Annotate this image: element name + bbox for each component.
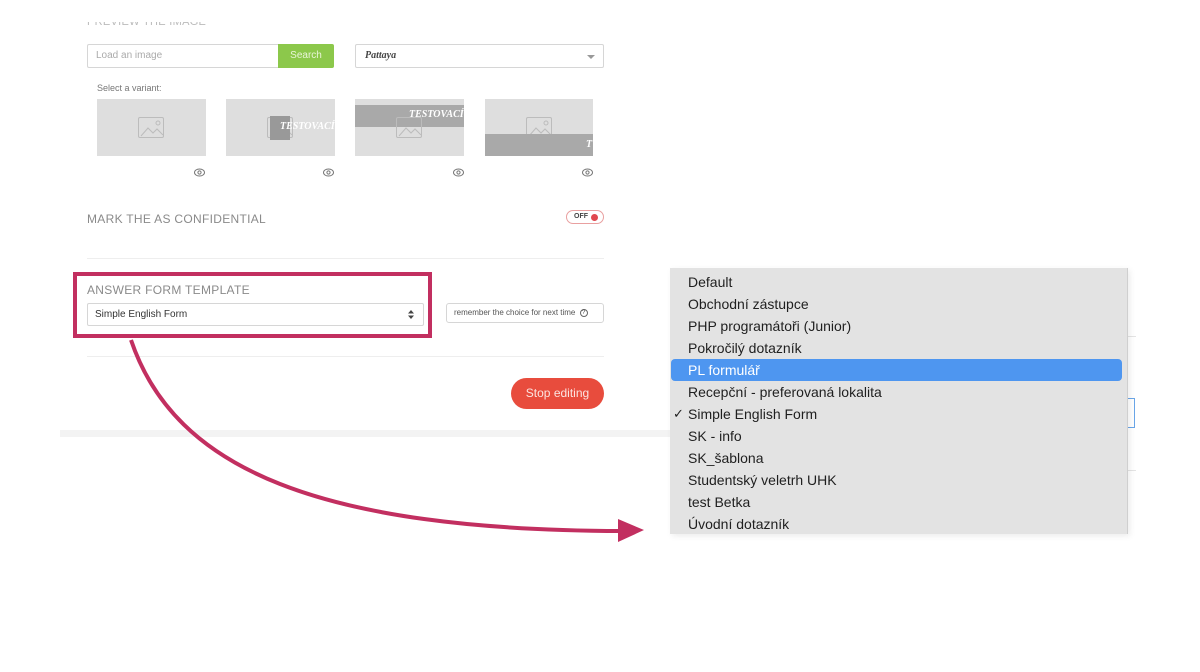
dropdown-option[interactable]: PHP programátoři (Junior) [670,315,1122,337]
toggle-state: OFF [574,213,588,220]
font-select-value: Pattaya [365,50,397,61]
variant-thumbnail[interactable]: TESTOVACÍ P [226,99,335,156]
eye-icon[interactable] [194,168,205,177]
dropdown-option-label: PHP programátoři (Junior) [688,318,852,334]
dropdown-option[interactable]: test Betka [670,491,1122,513]
template-dropdown-menu: Default Obchodní zástupce PHP programátoři… [670,268,1128,534]
overlay-band [485,134,593,156]
chevron-down-icon [587,55,595,59]
dropdown-option[interactable]: SK - info [670,425,1122,447]
overlay-text: TESTOVACÍ P [280,121,335,132]
toggle-knob [591,214,598,221]
overlay-text: T [586,139,593,150]
dropdown-option[interactable]: Pokročilý dotazník [670,337,1122,359]
underlying-select-focus-edge [1128,398,1135,428]
remember-choice-label: remember the choice for next time [454,308,576,317]
confidential-toggle[interactable]: OFF [566,210,604,224]
dropdown-option-label: Obchodní zástupce [688,296,809,312]
dropdown-option-label: Default [688,274,733,290]
divider [87,258,604,259]
help-icon[interactable]: ? [579,308,588,317]
answer-form-label: ANSWER FORM TEMPLATE [87,283,250,297]
arrowhead-icon [618,519,644,542]
image-search-input[interactable]: Load an image [87,44,279,68]
dropdown-option[interactable]: SK_šablona [670,447,1122,469]
dropdown-option[interactable]: Obchodní zástupce [670,293,1122,315]
dropdown-option[interactable]: Studentský veletrh UHK [670,469,1122,491]
dropdown-option-label: SK_šablona [688,450,764,466]
dropdown-option[interactable]: Default [670,271,1122,293]
underlying-divider [1128,336,1136,337]
dropdown-option-label: Úvodní dotazník [688,516,790,532]
dropdown-option-label: Pokročilý dotazník [688,340,802,356]
confidential-label: MARK THE AS CONFIDENTIAL [87,212,267,226]
dropdown-option[interactable]: PL formulář [671,359,1122,381]
stop-editing-button[interactable]: Stop editing [511,378,604,409]
dropdown-option[interactable]: Úvodní dotazník [670,513,1122,535]
updown-arrows-icon [408,310,414,319]
eye-icon[interactable] [453,168,464,177]
eye-icon[interactable] [582,168,593,177]
dropdown-option-label: SK - info [688,428,742,444]
font-select[interactable]: Pattaya [355,44,604,68]
dropdown-option-label: test Betka [688,494,751,510]
dropdown-option[interactable]: Recepční - preferovaná lokalita [670,381,1122,403]
variant-thumbnail[interactable]: T [485,99,593,156]
dropdown-option-label: Studentský veletrh UHK [688,472,837,488]
image-search-button[interactable]: Search [278,44,334,68]
variant-label: Select a variant: [97,83,162,93]
dropdown-option[interactable]: ✓ Simple English Form [670,403,1122,425]
remember-choice-button[interactable]: remember the choice for next time ? [446,303,604,323]
preview-heading: PREVIEW THE IMAGE [87,22,206,34]
answer-template-select[interactable]: Simple English Form [87,303,424,326]
eye-icon[interactable] [323,168,334,177]
overlay-text: TESTOVACÍ P [409,109,464,120]
dropdown-option-label: PL formulář [688,362,760,378]
dropdown-option-label: Recepční - preferovaná lokalita [688,384,882,400]
divider [87,356,604,357]
answer-template-value: Simple English Form [95,309,188,320]
panel-footer-bar [60,430,680,437]
checkmark-icon: ✓ [673,406,684,421]
dropdown-option-label: Simple English Form [688,406,818,422]
variant-thumbnail[interactable]: TESTOVACÍ P [355,99,464,156]
image-placeholder-icon [396,117,422,138]
underlying-divider [1128,470,1136,471]
image-placeholder-icon [138,117,164,138]
preview-heading-text: PREVIEW THE IMAGE [87,22,207,28]
variant-thumbnail[interactable] [97,99,206,156]
